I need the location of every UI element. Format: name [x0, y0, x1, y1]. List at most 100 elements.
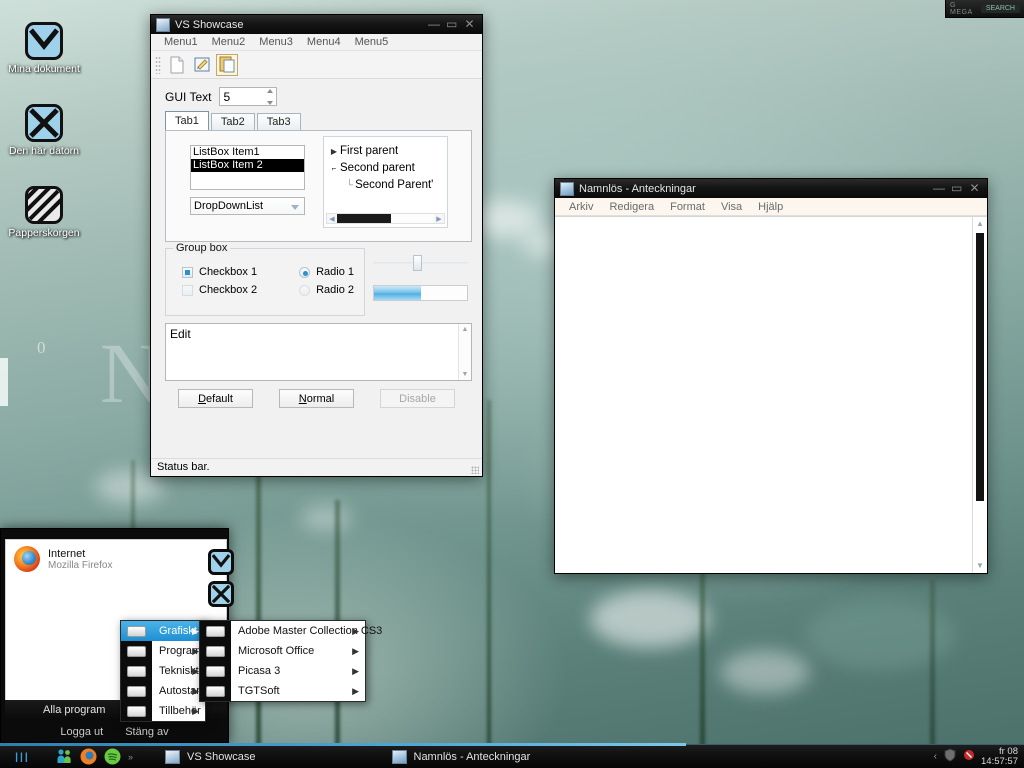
desktop-search-widget[interactable]: G MEGA SEARCH: [945, 0, 1024, 18]
taskbar[interactable]: III » VS Showcase Namnlös - Anteckningar…: [0, 743, 1024, 768]
tree-node-second-parent-child[interactable]: └ Second Parent': [328, 177, 447, 194]
tab-tab3[interactable]: Tab3: [256, 113, 301, 130]
firefox-icon[interactable]: [80, 748, 97, 765]
checkbox-2[interactable]: Checkbox 2: [182, 281, 257, 299]
submenu-item-microsoft-office[interactable]: Microsoft Office ▶: [200, 641, 365, 661]
edit-vscrollbar[interactable]: ▲ ▼: [458, 324, 471, 380]
network-icon[interactable]: [963, 749, 975, 764]
edit-document-icon[interactable]: [191, 54, 213, 76]
hscroll-thumb[interactable]: [337, 214, 392, 223]
checkbox-icon[interactable]: [182, 284, 193, 296]
menu-item-menu4[interactable]: Menu4: [300, 35, 348, 49]
close-button[interactable]: ✕: [969, 182, 980, 194]
radio-icon[interactable]: [299, 284, 311, 296]
radio-icon[interactable]: [299, 266, 311, 278]
quick-launch-bar[interactable]: »: [44, 748, 133, 765]
scroll-up-icon[interactable]: ▲: [973, 217, 987, 231]
taskbar-task-notepad[interactable]: Namnlös - Anteckningar: [391, 749, 530, 764]
radio-1[interactable]: Radio 1: [299, 263, 354, 281]
submenu-item-program[interactable]: Program ▶: [121, 641, 205, 661]
spotify-icon[interactable]: [104, 748, 121, 765]
expand-collapse-icon[interactable]: ▶: [328, 143, 340, 160]
list-item[interactable]: ListBox Item1: [191, 146, 304, 159]
start-menu-item-internet[interactable]: Internet Mozilla Firefox: [6, 540, 226, 578]
menu-item-format[interactable]: Format: [662, 201, 713, 213]
close-button[interactable]: ✕: [464, 18, 475, 30]
scroll-down-icon[interactable]: ▼: [462, 371, 469, 378]
desktop-icon-papperskorgen[interactable]: Papperskorgen: [0, 186, 88, 239]
scroll-right-icon[interactable]: ▶: [434, 215, 444, 223]
notepad-vscrollbar[interactable]: ▲ ▼: [972, 217, 987, 573]
checkbox-icon[interactable]: [182, 266, 193, 278]
radio-2[interactable]: Radio 2: [299, 281, 354, 299]
gui-text-input[interactable]: [220, 88, 263, 105]
vs-showcase-window[interactable]: VS Showcase — ▭ ✕ Menu1 Menu2 Menu3 Menu…: [150, 14, 483, 477]
taskbar-task-vs-showcase[interactable]: VS Showcase: [165, 749, 256, 764]
tabstrip[interactable]: Tab1 Tab2 Tab3: [151, 111, 482, 130]
desktop-icon-mina-dokument[interactable]: Mina dokument: [0, 22, 88, 75]
submenu-item-tgtsoft[interactable]: TGTSoft ▶: [200, 681, 365, 701]
menu-item-hjalp[interactable]: Hjälp: [750, 201, 791, 213]
taskbar-clock[interactable]: fr 08 14:57:57: [981, 746, 1018, 767]
desktop-icon-den-har-datorn[interactable]: Den här datorn: [0, 104, 88, 157]
scroll-left-icon[interactable]: ◀: [327, 215, 337, 223]
desktop[interactable]: 0 N Mina dokument Den här datorn Pappers…: [0, 0, 1024, 768]
shutdown-button[interactable]: Stäng av: [125, 726, 168, 738]
tray-chevron-icon[interactable]: ‹: [934, 751, 937, 762]
spinner-up-icon[interactable]: [266, 89, 273, 93]
spinner-down-icon[interactable]: [266, 101, 273, 105]
vs-showcase-toolbar[interactable]: [151, 51, 482, 79]
vs-showcase-menubar[interactable]: Menu1 Menu2 Menu3 Menu4 Menu5: [151, 34, 482, 51]
edit-textarea[interactable]: Edit ▲ ▼: [165, 323, 472, 381]
shield-icon[interactable]: [943, 748, 957, 765]
menu-item-redigera[interactable]: Redigera: [601, 201, 662, 213]
start-button[interactable]: III: [0, 745, 44, 768]
list-item-empty[interactable]: [191, 172, 304, 185]
treeview-hscrollbar[interactable]: ◀ ▶: [326, 213, 445, 224]
submenu-item-tillbehor[interactable]: Tillbehör ▶: [121, 701, 205, 721]
list-item[interactable]: ListBox Item 2: [191, 159, 304, 172]
start-submenu-programs[interactable]: Grafiskt ▶ Program ▶ Tekniskt ▶ Autostar…: [120, 620, 206, 722]
edit-text[interactable]: Edit: [166, 324, 471, 344]
minimize-button[interactable]: —: [933, 182, 945, 194]
notepad-window[interactable]: Namnlös - Anteckningar — ▭ ✕ Arkiv Redig…: [554, 178, 988, 574]
expand-collapse-icon[interactable]: ⌐: [328, 160, 340, 177]
scroll-thumb[interactable]: [976, 233, 984, 501]
copy-paste-icon[interactable]: [216, 53, 238, 76]
hscroll-track[interactable]: [337, 214, 434, 223]
submenu-item-grafiskt[interactable]: Grafiskt ▶: [121, 621, 205, 641]
maximize-button[interactable]: ▭: [951, 182, 962, 194]
start-submenu-grafiskt[interactable]: Adobe Master Collection CS3 ▶ Microsoft …: [199, 620, 382, 702]
listbox[interactable]: ListBox Item1 ListBox Item 2: [190, 145, 305, 190]
notepad-menubar[interactable]: Arkiv Redigera Format Visa Hjälp: [555, 198, 987, 216]
default-button[interactable]: Default: [178, 389, 253, 408]
treeview[interactable]: ▶ First parent ⌐ Second parent └ Second …: [323, 136, 448, 228]
scroll-down-icon[interactable]: ▼: [973, 559, 987, 573]
menu-item-menu5[interactable]: Menu5: [348, 35, 396, 49]
users-icon[interactable]: [56, 748, 73, 765]
spinner-arrows[interactable]: [265, 89, 274, 105]
maximize-button[interactable]: ▭: [446, 18, 457, 30]
slider[interactable]: [373, 254, 468, 272]
tree-node-second-parent[interactable]: ⌐ Second parent: [328, 160, 447, 177]
minimize-button[interactable]: —: [428, 18, 440, 30]
gui-text-spinner[interactable]: [219, 87, 278, 106]
dropdown-list[interactable]: DropDownList: [190, 197, 305, 215]
menu-item-arkiv[interactable]: Arkiv: [561, 201, 601, 213]
envelope-icon[interactable]: [208, 549, 234, 575]
chevron-down-icon[interactable]: [291, 205, 299, 210]
widget-search-button[interactable]: SEARCH: [980, 4, 1020, 13]
system-tray[interactable]: ‹ fr 08 14:57:57: [934, 746, 1024, 767]
menu-item-menu2[interactable]: Menu2: [205, 35, 253, 49]
submenu-item-autostart[interactable]: Autostart ▶: [121, 681, 205, 701]
checkbox-1[interactable]: Checkbox 1: [182, 263, 257, 281]
menu-item-menu3[interactable]: Menu3: [252, 35, 300, 49]
tab-tab1[interactable]: Tab1: [165, 111, 209, 130]
notepad-titlebar[interactable]: Namnlös - Anteckningar — ▭ ✕: [554, 178, 988, 198]
vs-showcase-titlebar[interactable]: VS Showcase — ▭ ✕: [150, 14, 483, 34]
submenu-item-tekniskt[interactable]: Tekniskt ▶: [121, 661, 205, 681]
submenu-item-picasa-3[interactable]: Picasa 3 ▶: [200, 661, 365, 681]
resize-grip[interactable]: [471, 466, 479, 474]
scroll-up-icon[interactable]: ▲: [462, 326, 469, 333]
normal-button[interactable]: Normal: [279, 389, 354, 408]
